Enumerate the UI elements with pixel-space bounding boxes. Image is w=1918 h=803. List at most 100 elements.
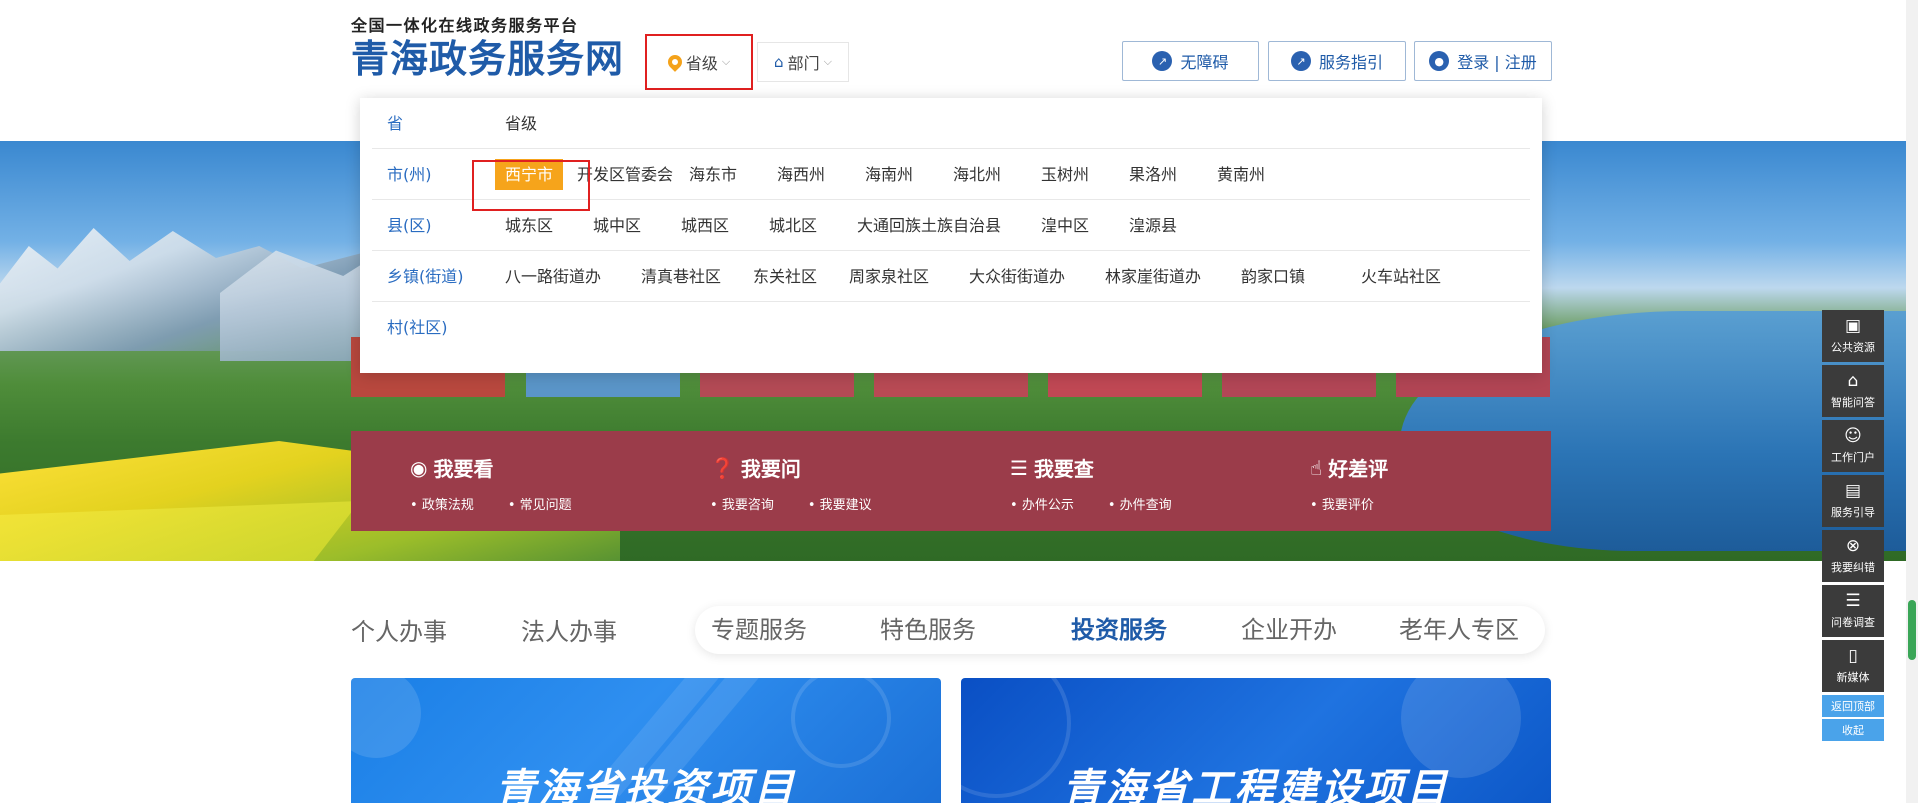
- region-option[interactable]: 东关社区: [753, 251, 817, 302]
- sidebar-item-label: 智能问答: [1831, 396, 1875, 409]
- book-icon: ▤: [1844, 481, 1862, 501]
- panel-title-label: 我要看: [433, 457, 494, 481]
- link-case-query[interactable]: 办件查询: [1108, 494, 1172, 513]
- region-option[interactable]: 八一路街道办: [505, 251, 601, 302]
- link-consult[interactable]: 我要咨询: [710, 494, 774, 513]
- department-selector-label: 部门: [787, 54, 820, 73]
- region-option[interactable]: 火车站社区: [1361, 251, 1441, 302]
- service-guide-label: 服务指引: [1318, 53, 1383, 72]
- panel-title-query[interactable]: ☰ 我要查: [1010, 453, 1172, 482]
- tab-featured-service[interactable]: 特色服务: [880, 606, 976, 654]
- region-option[interactable]: 果洛州: [1129, 149, 1177, 200]
- sidebar-work-portal[interactable]: ☺ 工作门户: [1822, 420, 1884, 472]
- region-option[interactable]: 省级: [505, 98, 537, 149]
- decor-circle: [351, 678, 421, 758]
- accessibility-button[interactable]: ↗ 无障碍: [1122, 41, 1259, 81]
- sidebar-item-label: 问卷调查: [1831, 616, 1875, 629]
- region-option[interactable]: 大通回族土族自治县: [857, 200, 1001, 251]
- tab-personal[interactable]: 个人办事: [351, 612, 447, 647]
- region-option[interactable]: 城北区: [769, 200, 817, 251]
- region-selector-button[interactable]: 省级 ⌵: [645, 34, 753, 90]
- panel-column-ask: ❓ 我要问 我要咨询 我要建议: [710, 453, 872, 514]
- panel-column-rating: ☝ 好差评 我要评价: [1310, 453, 1388, 514]
- region-option[interactable]: 城西区: [681, 200, 729, 251]
- region-option[interactable]: 湟中区: [1041, 200, 1089, 251]
- thumbs-up-icon: ☝: [1310, 455, 1323, 480]
- floating-toolbar: ▣ 公共资源 ⌂ 智能问答 ☺ 工作门户 ▤ 服务引导 ⊗ 我要纠错 ☰ 问卷调…: [1822, 310, 1884, 743]
- panel-title-label: 我要问: [740, 457, 801, 481]
- sidebar-survey[interactable]: ☰ 问卷调查: [1822, 585, 1884, 637]
- sidebar-item-label: 新媒体: [1836, 671, 1870, 684]
- panel-column-view: ◉ 我要看 政策法规 常见问题: [410, 453, 572, 514]
- collapse-button[interactable]: 收起: [1822, 719, 1884, 741]
- login-register-button[interactable]: ● 登录 | 注册: [1414, 41, 1552, 81]
- region-option[interactable]: 海北州: [953, 149, 1001, 200]
- service-guide-button[interactable]: ↗ 服务指引: [1268, 41, 1406, 81]
- robot-icon: ⌂: [1847, 371, 1859, 391]
- dropdown-row-label: 省: [387, 114, 404, 133]
- link-suggest[interactable]: 我要建议: [808, 494, 872, 513]
- panel-title-view[interactable]: ◉ 我要看: [410, 453, 572, 482]
- investment-project-card[interactable]: 青海省投资项目: [351, 678, 941, 803]
- eye-icon: ◉: [410, 455, 428, 480]
- logo-subtitle: 全国一体化在线政务服务平台: [351, 16, 579, 35]
- region-option[interactable]: 大众街街道办: [969, 251, 1065, 302]
- panel-title-ask[interactable]: ❓ 我要问: [710, 453, 872, 482]
- region-option[interactable]: 城中区: [593, 200, 641, 251]
- site-logo[interactable]: 全国一体化在线政务服务平台 青海政务服务网: [351, 16, 627, 82]
- tab-corporate[interactable]: 法人办事: [521, 612, 617, 647]
- home-icon: ⌂: [774, 53, 784, 71]
- panel-title-rating[interactable]: ☝ 好差评: [1310, 453, 1388, 482]
- sidebar-service-guide[interactable]: ▤ 服务引导: [1822, 475, 1884, 527]
- scrollbar-track[interactable]: [1906, 0, 1918, 803]
- tab-investment-service[interactable]: 投资服务: [1071, 606, 1167, 654]
- phone-icon: ▯: [1848, 646, 1858, 666]
- link-evaluate[interactable]: 我要评价: [1310, 494, 1374, 513]
- construction-project-card[interactable]: 青海省工程建设项目: [961, 678, 1551, 803]
- sidebar-public-resources[interactable]: ▣ 公共资源: [1822, 310, 1884, 362]
- region-option[interactable]: 玉树州: [1041, 149, 1089, 200]
- compass-icon: ↗: [1290, 51, 1311, 71]
- tab-elderly-zone[interactable]: 老年人专区: [1399, 606, 1519, 654]
- cube-icon: ▣: [1844, 316, 1862, 336]
- dropdown-row-label: 县(区): [387, 216, 432, 235]
- region-option[interactable]: 海西州: [777, 149, 825, 200]
- sidebar-item-label: 服务引导: [1831, 506, 1875, 519]
- region-option[interactable]: 海南州: [865, 149, 913, 200]
- panel-title-label: 我要查: [1033, 457, 1094, 481]
- search-list-icon: ☰: [1010, 455, 1028, 480]
- region-dropdown: 省 省级 市(州) 西宁市 开发区管委会 海东市 海西州 海南州 海北州 玉树州…: [360, 98, 1542, 373]
- construction-project-title: 青海省工程建设项目: [1062, 766, 1450, 803]
- back-to-top-button[interactable]: 返回顶部: [1822, 695, 1884, 717]
- decor-ring: [791, 678, 891, 768]
- link-case-public[interactable]: 办件公示: [1010, 494, 1074, 513]
- location-pin-icon: [664, 52, 685, 72]
- logo-title: 青海政务服务网: [351, 36, 625, 81]
- region-option[interactable]: 湟源县: [1129, 200, 1177, 251]
- sidebar-item-label: 工作门户: [1831, 451, 1875, 464]
- region-option[interactable]: 林家崖街道办: [1105, 251, 1201, 302]
- tab-business-startup[interactable]: 企业开办: [1241, 606, 1337, 654]
- link-policy[interactable]: 政策法规: [410, 494, 474, 513]
- sidebar-item-label: 公共资源: [1831, 341, 1875, 354]
- department-selector-button[interactable]: ⌂ 部门 ⌵: [757, 42, 849, 82]
- link-faq[interactable]: 常见问题: [508, 494, 572, 513]
- region-option[interactable]: 黄南州: [1217, 149, 1265, 200]
- region-option[interactable]: 海东市: [689, 149, 737, 200]
- scrollbar-thumb[interactable]: [1908, 600, 1916, 660]
- sidebar-smart-qa[interactable]: ⌂ 智能问答: [1822, 365, 1884, 417]
- page: 全国一体化在线政务服务平台 青海政务服务网 省级 ⌵ ⌂ 部门 ⌵ ↗ 无障碍 …: [0, 0, 1918, 803]
- tab-topic-service[interactable]: 专题服务: [711, 606, 807, 654]
- dropdown-row-label: 乡镇(街道): [387, 267, 464, 286]
- person-icon: ☺: [1844, 426, 1862, 446]
- region-option[interactable]: 开发区管委会: [577, 149, 673, 200]
- region-option[interactable]: 周家泉社区: [849, 251, 929, 302]
- service-category-tabs: 专题服务 特色服务 投资服务 企业开办 老年人专区: [695, 606, 1545, 654]
- dropdown-row-village: 村(社区): [372, 302, 1530, 353]
- sidebar-report-error[interactable]: ⊗ 我要纠错: [1822, 530, 1884, 582]
- region-option[interactable]: 清真巷社区: [641, 251, 721, 302]
- sidebar-new-media[interactable]: ▯ 新媒体: [1822, 640, 1884, 692]
- compass-icon: ↗: [1152, 51, 1173, 71]
- interaction-panel: ◉ 我要看 政策法规 常见问题 ❓ 我要问 我要咨询 我要建议: [351, 431, 1551, 531]
- region-option[interactable]: 韵家口镇: [1241, 251, 1305, 302]
